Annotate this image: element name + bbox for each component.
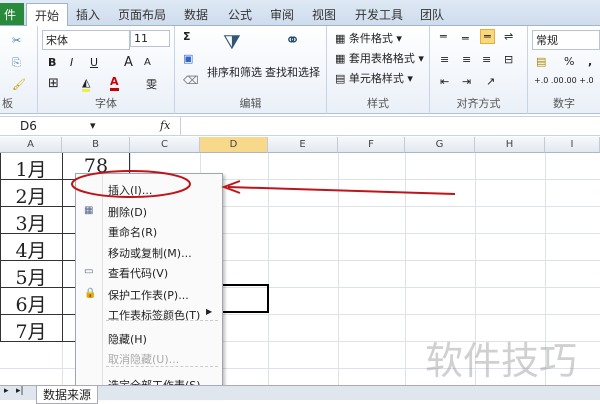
menu-item-5[interactable]: 保护工作表(P)... <box>108 287 189 303</box>
sheet-nav-last-icon[interactable]: ▸| <box>16 386 24 396</box>
menu-item-0[interactable]: 插入(I)... <box>108 182 152 198</box>
menu-separator <box>106 320 218 321</box>
menu-item-7[interactable]: 隐藏(H) <box>108 331 147 347</box>
watermark: 软件技巧 <box>425 339 578 383</box>
menu-item-1[interactable]: 删除(D) <box>108 204 147 220</box>
sheet-nav-next-icon[interactable]: ▸ <box>4 386 9 396</box>
lock-icon: 🔒 <box>84 288 97 299</box>
view-code-icon: ▭ <box>84 266 94 277</box>
sheet-tab[interactable]: 数据来源 <box>36 385 99 404</box>
menu-item-2[interactable]: 重命名(R) <box>108 224 157 240</box>
delete-sheet-icon: ▦ <box>84 205 94 216</box>
sheet-tab-bar: ▸ ▸| 数据来源 <box>0 385 600 404</box>
menu-item-8: 取消隐藏(U)... <box>108 353 180 366</box>
submenu-arrow-icon: ▶ <box>206 307 213 316</box>
menu-item-3[interactable]: 移动或复制(M)... <box>108 245 192 261</box>
sheet-context-menu: 插入(I)... 删除(D) ▦ 重命名(R) 移动或复制(M)... 查看代码(V) ▭ 保… <box>75 173 223 396</box>
menu-item-4[interactable]: 查看代码(V) <box>108 265 168 281</box>
menu-separator <box>106 366 218 367</box>
